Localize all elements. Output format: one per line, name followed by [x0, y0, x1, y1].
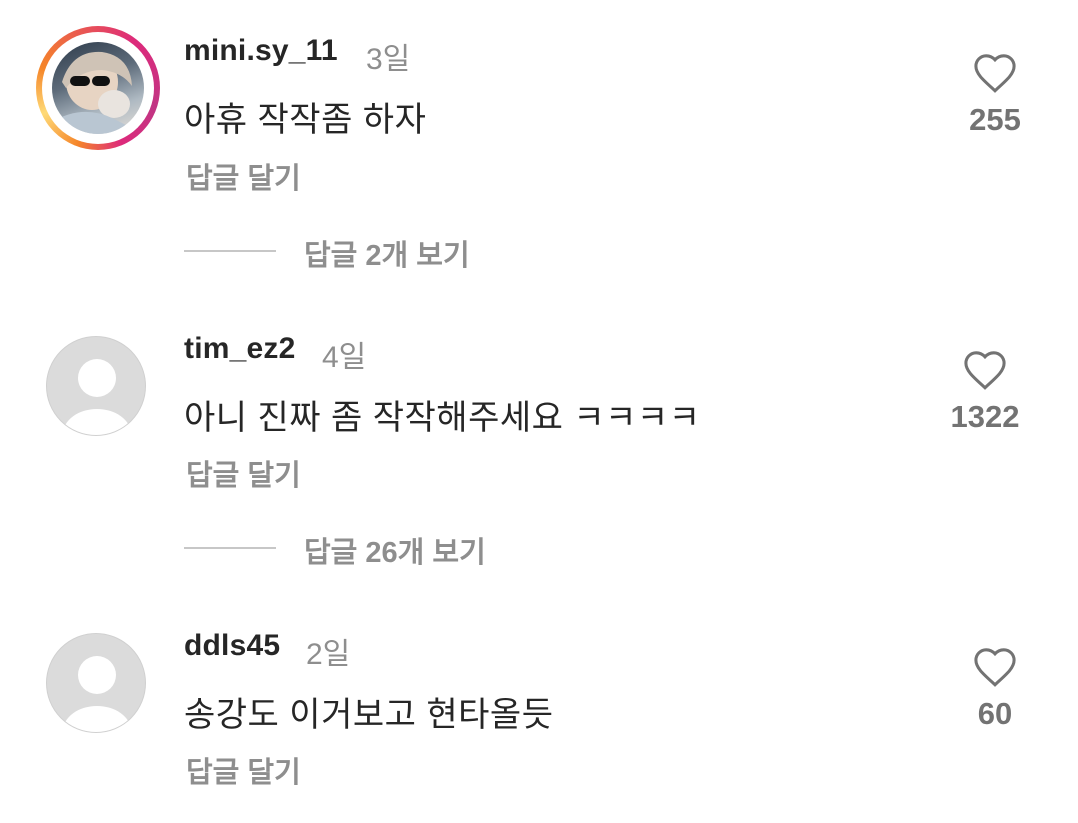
reply-button[interactable]: 답글 달기	[186, 155, 301, 197]
reply-button[interactable]: 답글 달기	[186, 452, 301, 494]
default-user-body-icon	[63, 706, 131, 732]
default-user-body-icon	[63, 409, 131, 435]
comment-username[interactable]: mini.sy_11	[184, 34, 338, 68]
replies-divider	[184, 547, 276, 549]
heart-outline-icon[interactable]	[972, 646, 1018, 688]
avatar-ring-gap	[42, 32, 154, 144]
default-user-head-icon	[78, 656, 116, 694]
avatar	[52, 42, 144, 134]
avatar-story-ring[interactable]	[36, 26, 160, 150]
comment-time: 4일	[322, 341, 367, 374]
heart-outline-icon[interactable]	[972, 52, 1018, 94]
avatar[interactable]	[46, 633, 146, 733]
view-replies-label[interactable]: 답글 26개 보기	[304, 529, 486, 571]
like-count: 255	[969, 102, 1021, 137]
avatar[interactable]	[46, 336, 146, 436]
replies-divider	[184, 250, 276, 252]
comment-username[interactable]: tim_ez2	[184, 332, 295, 366]
heart-outline-icon[interactable]	[962, 349, 1008, 391]
avatar-photo-icon	[52, 51, 144, 134]
like-button[interactable]: 255	[940, 52, 1050, 138]
view-replies-label[interactable]: 답글 2개 보기	[304, 232, 470, 274]
comment-text: 송강도 이거보고 현타올듯	[184, 696, 554, 734]
like-button[interactable]: 60	[940, 646, 1050, 732]
default-user-head-icon	[78, 359, 116, 397]
like-button[interactable]: 1322	[930, 349, 1040, 435]
comment-text: 아휴 작작좀 하자	[184, 101, 427, 139]
like-count: 60	[977, 696, 1013, 731]
reply-button[interactable]: 답글 달기	[186, 749, 301, 791]
like-count: 1322	[950, 399, 1020, 434]
comment-text: 아니 진짜 좀 작작해주세요 ㅋㅋㅋㅋ	[184, 399, 701, 437]
comment-username[interactable]: ddls45	[184, 629, 280, 663]
comment-time: 3일	[366, 43, 411, 76]
comment-time: 2일	[306, 638, 351, 671]
